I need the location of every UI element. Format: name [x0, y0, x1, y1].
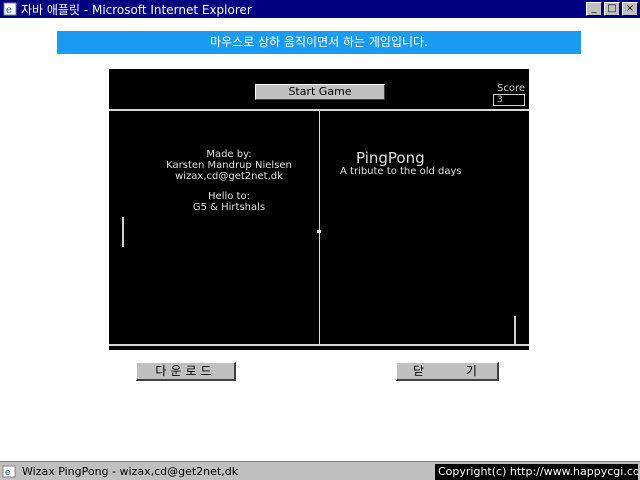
credits-block: Made by: Karsten Mandrup Nielsen wizax,c…: [149, 149, 309, 213]
maximize-icon: □: [607, 3, 617, 14]
window-title: 자바 애플릿 - Microsoft Internet Explorer: [21, 2, 252, 17]
court-bottom-line: [109, 344, 529, 346]
status-text: Wizax PingPong - wizax,cd@get2net,dk: [22, 465, 239, 478]
start-game-button[interactable]: Start Game: [255, 84, 385, 100]
download-button[interactable]: 다운로드: [136, 362, 236, 381]
score-value: 3: [493, 94, 525, 106]
svg-text:e: e: [6, 5, 12, 16]
close-window-button[interactable]: ×: [622, 2, 638, 16]
made-by-label: Made by:: [206, 149, 252, 160]
svg-text:e: e: [5, 468, 10, 478]
maximize-button[interactable]: □: [604, 2, 620, 16]
close-icon: ×: [625, 3, 635, 14]
author-name: Karsten Mandrup Nielsen: [166, 160, 292, 171]
browser-window: e 자바 애플릿 - Microsoft Internet Explorer _…: [0, 0, 640, 480]
game-subtitle: A tribute to the old days: [340, 166, 462, 177]
author-email: wizax,cd@get2net,dk: [175, 171, 283, 182]
game-title: PingPong: [356, 149, 425, 167]
instruction-banner: 마우스로 상하 움직이면서 하는 게임입니다.: [57, 31, 581, 54]
minimize-button[interactable]: _: [586, 2, 602, 16]
ie-page-icon: e: [3, 2, 17, 16]
hello-recipients: G5 & Hirtshals: [192, 202, 266, 213]
page-content: 마우스로 상하 움직이면서 하는 게임입니다. Start Game Score…: [0, 18, 640, 461]
right-paddle: [514, 316, 516, 344]
status-bar: e Wizax PingPong - wizax,cd@get2net,dk C…: [0, 461, 640, 480]
close-button[interactable]: 닫 기: [396, 362, 499, 381]
ball: [317, 230, 321, 233]
copyright-text: Copyright(c) http://www.happycgi.com: [435, 464, 638, 480]
window-controls: _ □ ×: [586, 2, 638, 16]
hello-label: Hello to:: [208, 191, 250, 202]
court-center-line: [319, 111, 320, 344]
pingpong-applet[interactable]: Start Game Score 3 Made by: Karsten Mand…: [109, 69, 529, 350]
applet-icon: e: [2, 465, 16, 478]
left-paddle[interactable]: [122, 217, 124, 247]
minimize-icon: _: [591, 3, 597, 14]
score-label: Score: [496, 83, 525, 94]
status-message-area: e Wizax PingPong - wizax,cd@get2net,dk: [2, 464, 430, 479]
title-bar[interactable]: e 자바 애플릿 - Microsoft Internet Explorer _…: [0, 0, 640, 18]
